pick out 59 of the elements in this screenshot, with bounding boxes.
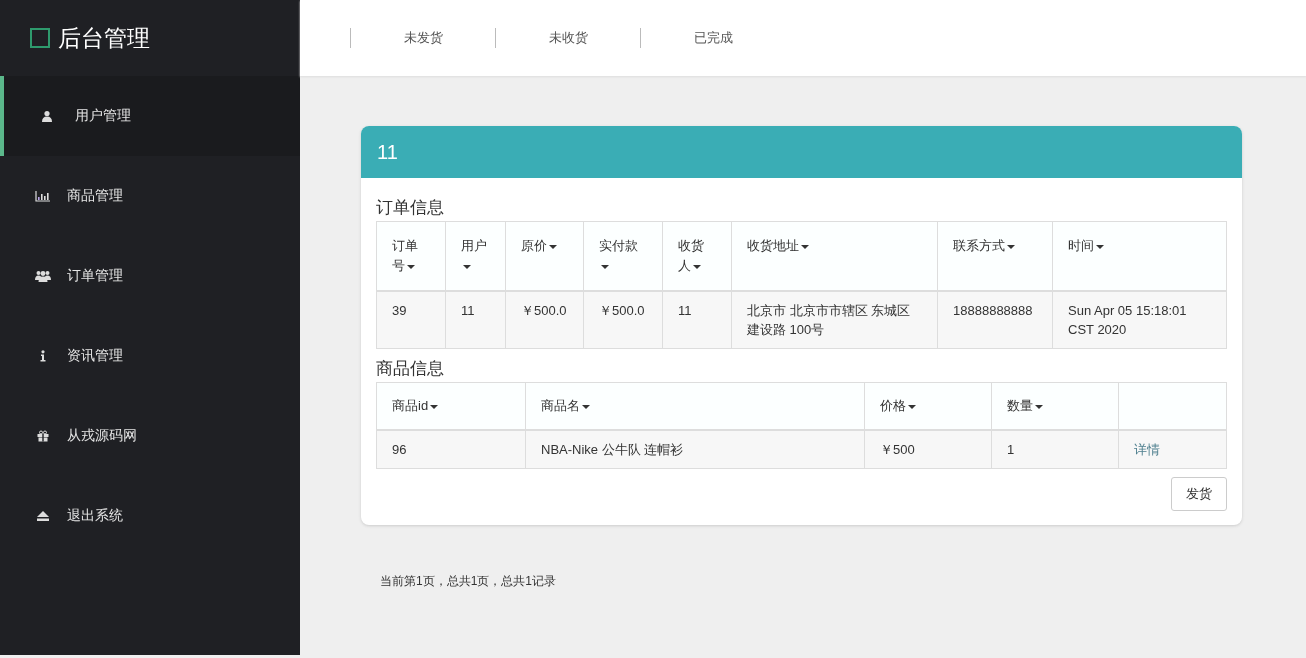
- column-header[interactable]: 数量: [991, 382, 1119, 430]
- table-cell: 96: [376, 430, 526, 469]
- section-heading: 商品信息: [376, 358, 445, 380]
- caret-icon: [582, 404, 590, 409]
- top-tab[interactable]: 未发货: [351, 29, 495, 47]
- table-cell: Sun Apr 05 15:18:01 CST 2020: [1052, 291, 1227, 349]
- table-cell: 18888888888: [937, 291, 1053, 349]
- column-header[interactable]: 收货地址: [731, 221, 938, 291]
- details-link[interactable]: 详情: [1134, 442, 1160, 457]
- nav-item[interactable]: 用户管理: [0, 76, 300, 156]
- table-cell: ￥500.0: [505, 291, 584, 349]
- nav-item[interactable]: 退出系统: [0, 476, 300, 556]
- column-header[interactable]: 收货人: [662, 221, 732, 291]
- column-header[interactable]: 商品id: [376, 382, 526, 430]
- pagination-info: 当前第1页，总共1页，总共1记录: [380, 573, 558, 590]
- table-cell: 1: [991, 430, 1119, 469]
- column-header[interactable]: 实付款: [583, 221, 663, 291]
- caret-icon: [693, 264, 701, 269]
- top-tab[interactable]: 已完成: [641, 29, 785, 47]
- user-icon: [39, 110, 55, 122]
- table-cell: ￥500: [864, 430, 992, 469]
- section-heading: 订单信息: [376, 197, 445, 219]
- nav-item[interactable]: 从戎源码网: [0, 396, 300, 476]
- nav-item[interactable]: 订单管理: [0, 236, 300, 316]
- column-header[interactable]: 原价: [505, 221, 584, 291]
- column-header[interactable]: 价格: [864, 382, 992, 430]
- address-line: 建设路 100号: [747, 321, 825, 339]
- table-cell: 11: [445, 291, 506, 349]
- eject-icon: [35, 510, 51, 522]
- top-tab[interactable]: 未收货: [496, 29, 640, 47]
- column-header[interactable]: 用户: [445, 221, 506, 291]
- table-cell: ￥500.0: [583, 291, 663, 349]
- gift-icon: [35, 430, 51, 442]
- caret-icon: [407, 264, 415, 269]
- column-header[interactable]: 商品名: [525, 382, 865, 430]
- card-title: 11: [377, 140, 398, 164]
- people-icon: [35, 270, 51, 282]
- caret-icon: [801, 244, 809, 249]
- nav-item[interactable]: 资讯管理: [0, 316, 300, 396]
- caret-icon: [430, 404, 439, 409]
- caret-icon: [908, 404, 916, 409]
- caret-icon: [463, 264, 471, 269]
- column-header[interactable]: 订单号: [376, 221, 446, 291]
- table-cell: NBA-Nike 公牛队 连帽衫: [525, 430, 865, 469]
- column-header[interactable]: 时间: [1052, 221, 1227, 291]
- nav-item[interactable]: 商品管理: [0, 156, 300, 236]
- caret-icon: [1007, 244, 1015, 249]
- caret-icon: [1035, 404, 1043, 409]
- ship-button[interactable]: 发货: [1171, 477, 1227, 511]
- table-cell: 11: [662, 291, 732, 349]
- caret-icon: [549, 244, 557, 249]
- logo-icon: [30, 28, 50, 48]
- caret-icon: [1096, 244, 1104, 249]
- bar-chart-icon: [35, 190, 51, 202]
- column-header[interactable]: 联系方式: [937, 221, 1053, 291]
- caret-icon: [601, 264, 609, 269]
- app-title: 后台管理: [58, 23, 150, 53]
- table-cell: 39: [376, 291, 446, 349]
- address-line: 北京市 北京市市辖区 东城区: [747, 302, 911, 320]
